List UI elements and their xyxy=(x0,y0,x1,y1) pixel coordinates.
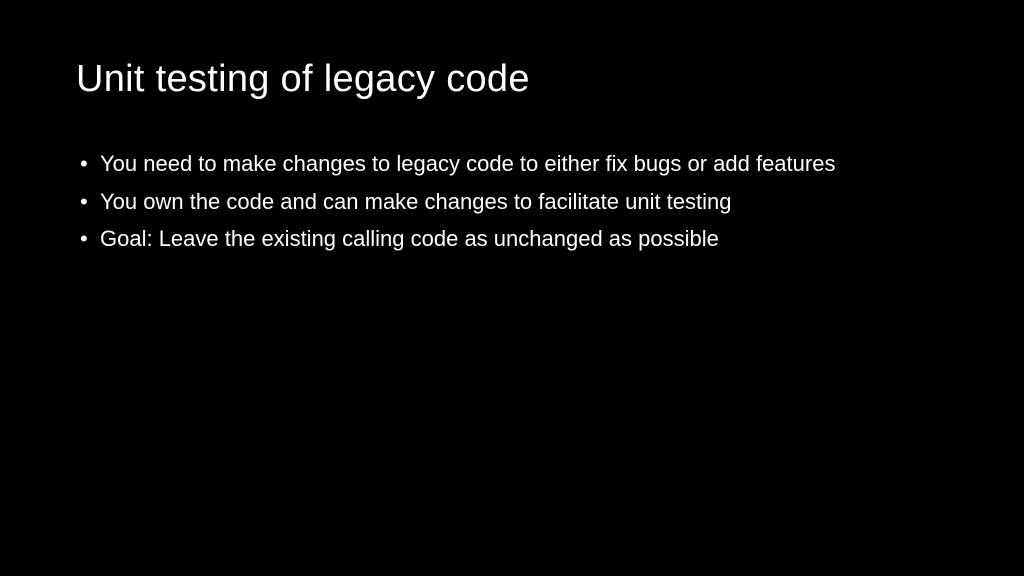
bullet-list: You need to make changes to legacy code … xyxy=(76,149,948,254)
slide: Unit testing of legacy code You need to … xyxy=(0,0,1024,576)
bullet-item: You own the code and can make changes to… xyxy=(76,187,948,217)
bullet-item: You need to make changes to legacy code … xyxy=(76,149,948,179)
slide-title: Unit testing of legacy code xyxy=(76,58,948,101)
bullet-item: Goal: Leave the existing calling code as… xyxy=(76,224,948,254)
